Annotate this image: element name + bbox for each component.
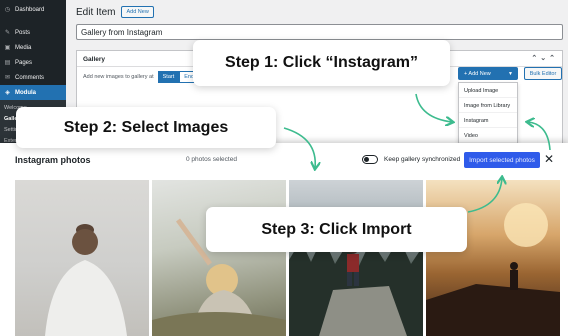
step3-callout: Step 3: Click Import [206, 207, 467, 252]
sidebar-item-modula[interactable]: ◈ Modula [0, 85, 66, 100]
modula-icon: ◈ [5, 90, 10, 96]
pages-icon: ▤ [4, 60, 11, 66]
page-title: Edit Item [76, 6, 116, 18]
selected-count: 0 photos selected [186, 156, 237, 163]
add-new-dropdown-button[interactable]: + Add New ▼ [458, 67, 518, 80]
pin-icon: ✎ [4, 30, 11, 36]
modal-title: Instagram photos [15, 155, 91, 165]
page-header: Edit Item Add New [76, 6, 154, 18]
sidebar-item-label: Posts [15, 29, 31, 36]
metabox-toggle-icons[interactable]: ⌃⌄⌃ [531, 54, 558, 62]
menu-item-video[interactable]: Video [459, 128, 517, 143]
photo-tile[interactable] [15, 180, 149, 336]
sidebar-item-pages[interactable]: ▤ Pages [0, 55, 66, 70]
media-icon: ▣ [4, 45, 11, 51]
add-new-label: + Add New [464, 70, 491, 77]
sidebar-item-dashboard[interactable]: ◷ Dashboard [0, 2, 66, 17]
sidebar-item-label: Modula [15, 89, 36, 96]
close-icon[interactable]: ✕ [543, 152, 555, 166]
sidebar-item-comments[interactable]: ✉ Comments [0, 70, 66, 85]
add-new-button[interactable]: Add New [121, 6, 154, 18]
caret-down-icon: ▼ [508, 70, 513, 77]
mountain-hiker-photo-image [289, 236, 423, 336]
sunset-cliff-photo-image [426, 203, 560, 336]
bulk-editor-button[interactable]: Bulk Editor [524, 67, 562, 80]
step2-callout: Step 2: Select Images [16, 107, 276, 148]
girl-field-photo-image [152, 218, 286, 336]
sidebar-item-label: Pages [15, 59, 33, 66]
dashboard-icon: ◷ [4, 7, 11, 13]
sync-toggle[interactable] [362, 155, 378, 164]
add-position-label: Add new images to gallery at [83, 74, 154, 80]
add-new-menu: Upload Image Image from Library Instagra… [458, 82, 518, 144]
menu-item-upload-image[interactable]: Upload Image [459, 83, 517, 98]
comments-icon: ✉ [4, 75, 11, 81]
sidebar-item-label: Media [15, 44, 32, 51]
sidebar-item-media[interactable]: ▣ Media [0, 40, 66, 55]
metabox-title: Gallery [83, 56, 106, 63]
import-selected-button[interactable]: Import selected photos [464, 152, 540, 168]
sidebar-item-label: Dashboard [15, 6, 45, 13]
menu-item-instagram[interactable]: Instagram [459, 113, 517, 128]
add-position-row: Add new images to gallery at Start End [83, 71, 200, 83]
step1-callout: Step 1: Click “Instagram” [193, 40, 450, 86]
gallery-title-input[interactable]: Gallery from Instagram [76, 24, 563, 40]
menu-item-image-from-library[interactable]: Image from Library [459, 98, 517, 113]
photo-tile[interactable] [289, 180, 423, 336]
sidebar-item-label: Comments [15, 74, 45, 81]
photo-tile[interactable] [426, 180, 560, 336]
sidebar-item-posts[interactable]: ✎ Posts [0, 25, 66, 40]
photo-tile[interactable] [152, 180, 286, 336]
sync-label: Keep gallery synchronized [384, 156, 461, 163]
start-option[interactable]: Start [157, 71, 180, 83]
woman-photo-image [45, 224, 127, 336]
